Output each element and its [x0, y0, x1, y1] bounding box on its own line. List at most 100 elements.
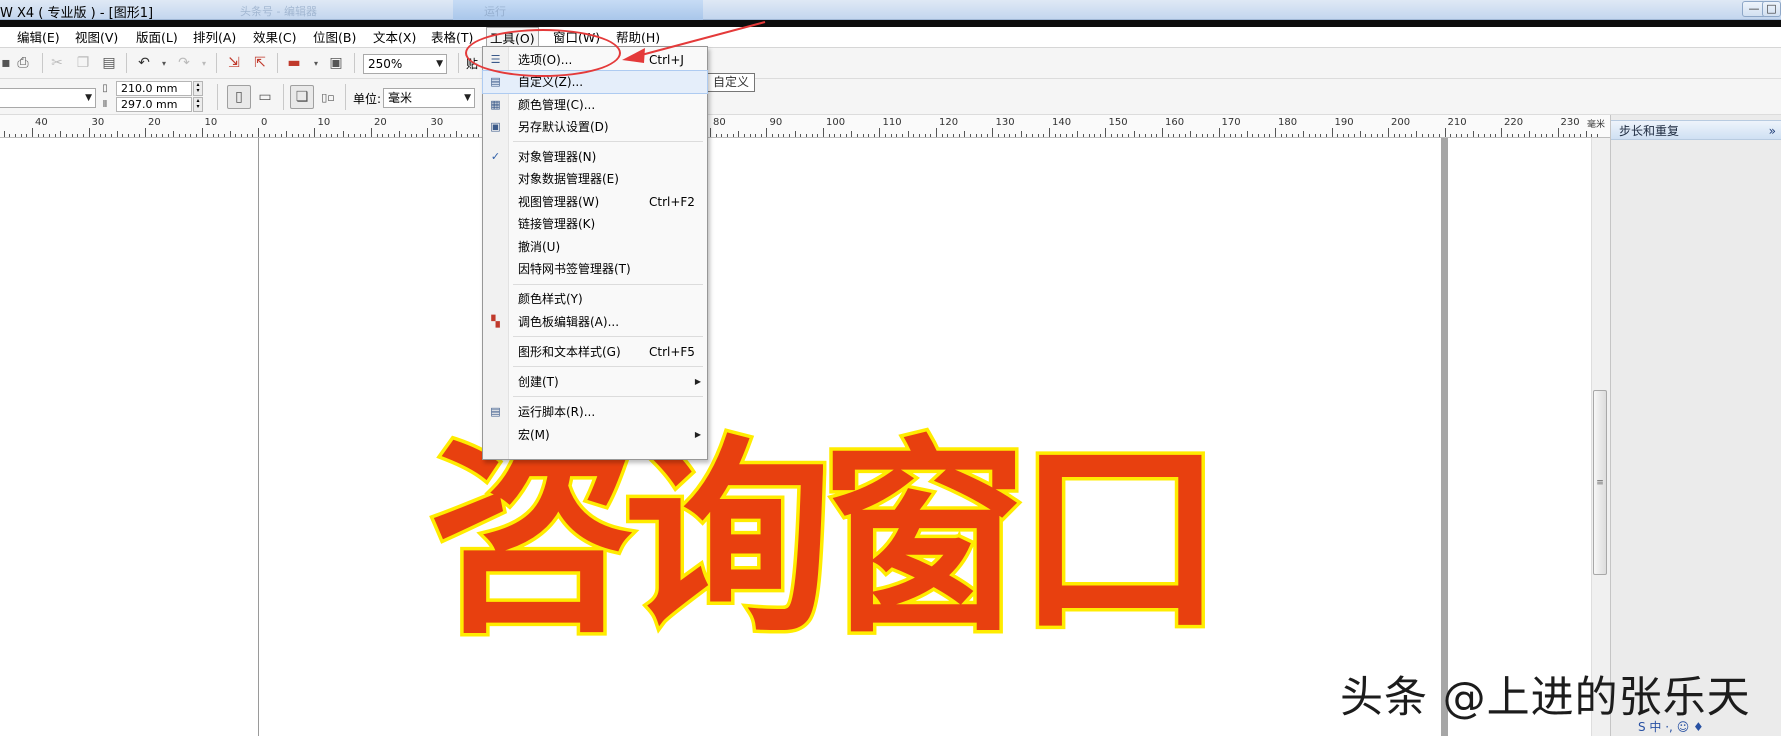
- ruler-tick: [478, 134, 479, 137]
- ruler-tick: [1286, 134, 1287, 137]
- menu-view[interactable]: 视图(V): [72, 27, 121, 48]
- ruler-tick: [727, 134, 728, 137]
- ime-toolbar[interactable]: S 中 ·, ☺ ♦: [1638, 718, 1781, 736]
- ruler-tick: [377, 134, 378, 137]
- toolbar-separator: [126, 53, 127, 73]
- docker-header[interactable]: 步长和重复 »: [1611, 120, 1781, 140]
- ruler-tick: [783, 134, 784, 137]
- page-height-field[interactable]: 297.0 mm: [116, 97, 192, 112]
- paste-icon[interactable]: ▤: [99, 53, 119, 73]
- menu-edit[interactable]: 编辑(E): [14, 27, 63, 48]
- menu-item-macros[interactable]: 宏(M) ▶: [483, 424, 707, 446]
- launcher-dropdown-icon[interactable]: ▾: [306, 53, 326, 73]
- ruler-tick: [981, 134, 982, 137]
- ruler-tick: [15, 134, 16, 137]
- ruler-tick: [467, 134, 468, 137]
- menu-item-color-styles[interactable]: 颜色样式(Y): [483, 288, 707, 310]
- current-page-icon[interactable]: ▯▫: [318, 87, 338, 107]
- menu-item-object-manager[interactable]: ✓ 对象管理器(N): [483, 146, 707, 168]
- ruler-tick: [60, 131, 61, 137]
- ruler-tick: [1173, 134, 1174, 137]
- menu-item-palette-editor[interactable]: ▚ 调色板编辑器(A)...: [483, 311, 707, 333]
- landscape-icon[interactable]: ▭: [255, 87, 275, 107]
- menu-item-color-management[interactable]: ▦ 颜色管理(C)...: [483, 94, 707, 116]
- maximize-button[interactable]: □: [1762, 1, 1781, 17]
- ruler-tick: [1032, 134, 1033, 137]
- redo-icon[interactable]: ↷: [174, 53, 194, 73]
- menu-item-object-data-manager[interactable]: 对象数据管理器(E): [483, 168, 707, 190]
- ruler-tick: [1501, 128, 1502, 137]
- ruler-tick: [1083, 134, 1084, 137]
- print-icon[interactable]: ⎙: [13, 53, 33, 73]
- ruler-tick: [750, 134, 751, 137]
- import-icon[interactable]: ⇲: [224, 53, 244, 73]
- run-script-icon: ▤: [490, 405, 501, 418]
- menu-item-create[interactable]: 创建(T) ▶: [483, 371, 707, 393]
- ruler-tick: [1275, 128, 1276, 137]
- ruler-tick: [1281, 134, 1282, 137]
- ruler-tick: [1461, 134, 1462, 137]
- units-select[interactable]: 毫米 ▼: [383, 88, 475, 108]
- ruler-tick: [1241, 134, 1242, 137]
- ruler-tick: [1348, 134, 1349, 137]
- ruler-tick: [94, 134, 95, 137]
- ruler-tick: [840, 134, 841, 137]
- ruler-tick: [772, 134, 773, 137]
- menu-arrange[interactable]: 排列(A): [190, 27, 239, 48]
- undo-icon[interactable]: ↶: [134, 53, 154, 73]
- menu-effects[interactable]: 效果(C): [250, 27, 299, 48]
- ruler-tick: [1038, 134, 1039, 137]
- docker-expand-icon[interactable]: »: [1769, 121, 1776, 141]
- ruler-tick: [388, 134, 389, 137]
- page-size-select[interactable]: ▼: [0, 88, 96, 108]
- vertical-scroll-thumb[interactable]: ≡: [1593, 390, 1607, 575]
- ruler-tick: [1478, 134, 1479, 137]
- page-height-icon: Ⅱ: [102, 98, 108, 110]
- redo-dropdown-icon[interactable]: ▾: [194, 53, 214, 73]
- ruler-tick: [303, 134, 304, 137]
- menu-item-run-script[interactable]: ▤ 运行脚本(R)...: [483, 401, 707, 423]
- ruler-tick: [26, 134, 27, 137]
- ruler-tick: [32, 128, 33, 137]
- page-width-spinner[interactable]: ▴ ▾: [193, 81, 203, 96]
- toolbar-separator: [345, 84, 346, 110]
- ruler-tick: [49, 134, 50, 137]
- export-icon[interactable]: ⇱: [250, 53, 270, 73]
- menu-bitmaps[interactable]: 位图(B): [310, 27, 359, 48]
- menu-item-save-defaults[interactable]: ▣ 另存默认设置(D): [483, 116, 707, 138]
- menu-text[interactable]: 文本(X): [370, 27, 419, 48]
- ruler-tick: [795, 131, 796, 137]
- copy-icon[interactable]: ❐: [73, 53, 93, 73]
- ruler-tick: [314, 128, 315, 137]
- ruler-tick: [1597, 134, 1598, 137]
- ruler-tick: [394, 134, 395, 137]
- menu-item-graphic-text-styles[interactable]: 图形和文本样式(G) Ctrl+F5: [483, 341, 707, 363]
- welcome-screen-icon[interactable]: ▣: [326, 53, 346, 73]
- background-tab-label-2: 运行: [484, 5, 506, 18]
- ruler-tick: [721, 134, 722, 137]
- menu-item-view-manager[interactable]: 视图管理器(W) Ctrl+F2: [483, 191, 707, 213]
- ruler-label: 0: [261, 117, 268, 128]
- zoom-level-select[interactable]: 250% ▼: [363, 54, 447, 74]
- page-width-field[interactable]: 210.0 mm: [116, 81, 192, 96]
- horizontal-ruler[interactable]: 4030201001020304050607080901001101201301…: [0, 115, 1610, 138]
- page-height-spinner[interactable]: ▴ ▾: [193, 97, 203, 112]
- menu-item-internet-bookmark-manager[interactable]: 因特网书签管理器(T): [483, 258, 707, 280]
- ruler-tick: [1467, 134, 1468, 137]
- undo-dropdown-icon[interactable]: ▾: [154, 53, 174, 73]
- menu-item-link-manager[interactable]: 链接管理器(K): [483, 213, 707, 235]
- canvas-artistic-text[interactable]: 咨询窗口: [425, 427, 1228, 654]
- ruler-tick: [1456, 134, 1457, 137]
- application-launcher-icon[interactable]: ▬: [284, 53, 304, 73]
- ruler-tick: [947, 134, 948, 137]
- menu-item-undo-docker[interactable]: 撤消(U): [483, 236, 707, 258]
- ruler-tick: [1422, 134, 1423, 137]
- ruler-tick: [21, 134, 22, 137]
- ruler-tick: [846, 134, 847, 137]
- ruler-tick: [1354, 134, 1355, 137]
- cut-icon[interactable]: ✂: [47, 53, 67, 73]
- property-bar: ▼ ▯ 210.0 mm ▴ ▾ Ⅱ 297.0 mm ▴ ▾ ▯ ▭ ❏ ▯▫ 单…: [0, 79, 1781, 115]
- ruler-tick: [1377, 134, 1378, 137]
- toolbar-separator: [283, 84, 284, 110]
- menu-layout[interactable]: 版面(L): [133, 27, 181, 48]
